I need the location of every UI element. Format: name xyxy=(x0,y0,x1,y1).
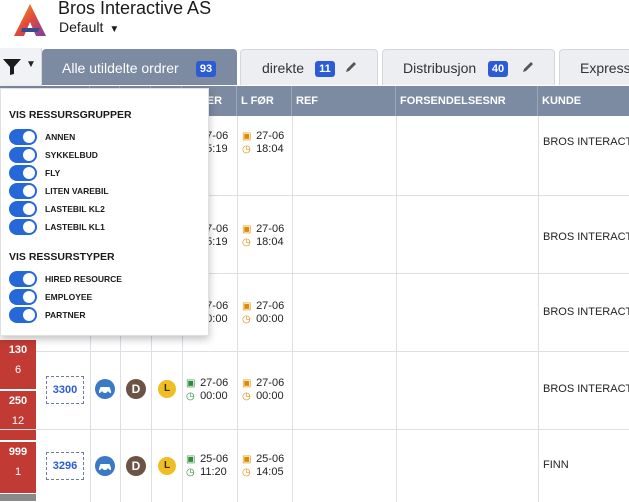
tab-distribusjon[interactable]: Distribusjon 40 xyxy=(382,49,555,85)
clock-icon: ◷ xyxy=(242,391,251,402)
order-number[interactable]: 3300 xyxy=(46,376,84,404)
calendar-icon: ▣ xyxy=(242,378,252,389)
toggle-label: PARTNER xyxy=(45,310,86,320)
calendar-icon: ▣ xyxy=(242,454,252,465)
etter-datetime: ▣ 25-06 ◷ 11:20 xyxy=(186,453,229,478)
load-badge: L xyxy=(158,380,176,398)
tab-label: direkte xyxy=(262,60,305,76)
chevron-down-icon: ▼ xyxy=(109,24,120,35)
clock-icon: ◷ xyxy=(242,314,251,325)
toggle-lastebil-kl2[interactable]: LASTEBIL KL2 xyxy=(9,201,199,217)
toggle-switch[interactable] xyxy=(9,219,37,235)
lfor-datetime: ▣ 25-06 ◷ 14:05 xyxy=(242,453,285,478)
toggle-label: EMPLOYEE xyxy=(45,292,93,302)
calendar-icon: ▣ xyxy=(186,454,196,465)
toggle-switch[interactable] xyxy=(9,201,37,217)
toggle-switch[interactable] xyxy=(9,147,37,163)
tab-count-badge: 11 xyxy=(315,61,335,77)
toggle-label: LASTEBIL KL2 xyxy=(45,204,105,214)
clock-icon: ◷ xyxy=(242,237,251,248)
tab-label: Alle utildelte ordrer xyxy=(62,60,179,76)
load-badge: L xyxy=(158,457,176,475)
tab-label: Distribusjon xyxy=(403,60,477,76)
table-row[interactable]: 3296 D L ▣ 25-06 ◷ 11:20 ▣ 25-06 ◷ 14:05… xyxy=(0,430,629,502)
clock-icon: ◷ xyxy=(186,467,195,478)
tab-label: Express xyxy=(580,60,629,76)
toggle-lastebil-kl1[interactable]: LASTEBIL KL1 xyxy=(9,219,199,235)
app-header: Bros Interactive AS Default ▼ xyxy=(0,0,629,48)
car-icon xyxy=(95,379,115,399)
customer-cell: BROS INTERACTIVE xyxy=(543,383,629,395)
toggle-switch[interactable] xyxy=(9,183,37,199)
context-label: Default xyxy=(59,19,104,35)
calendar-icon: ▣ xyxy=(186,378,196,389)
lfor-datetime: ▣ 27-06 ◷ 18:04 xyxy=(242,223,285,248)
company-logo xyxy=(14,4,46,36)
toggle-label: FLY xyxy=(45,168,61,178)
toggle-partner[interactable]: PARTNER xyxy=(9,307,199,323)
toggle-label: LASTEBIL KL1 xyxy=(45,222,105,232)
toggle-switch[interactable] xyxy=(9,307,37,323)
lfor-datetime: ▣ 27-06 ◷ 00:00 xyxy=(242,300,285,325)
clock-icon: ◷ xyxy=(242,144,251,155)
pencil-icon[interactable] xyxy=(521,60,535,74)
tab-all-unassigned[interactable]: Alle utildelte ordrer 93 xyxy=(42,49,237,85)
calendar-icon: ▣ xyxy=(242,131,252,142)
calendar-icon: ▣ xyxy=(242,224,252,235)
toggle-liten-varebil[interactable]: LITEN VAREBIL xyxy=(9,183,199,199)
etter-datetime: ▣ 27-06 ◷ 00:00 xyxy=(186,377,229,402)
pencil-icon[interactable] xyxy=(344,60,358,74)
toggle-label: ANNEN xyxy=(45,132,76,142)
chevron-down-icon: ▼ xyxy=(26,59,36,70)
lfor-datetime: ▣ 27-06 ◷ 18:04 xyxy=(242,130,285,155)
order-number[interactable]: 3296 xyxy=(46,452,84,480)
column-header-kunde[interactable]: KUNDE xyxy=(538,86,629,116)
filter-dropdown: VIS RESSURSGRUPPER ANNEN SYKKELBUD FLY L… xyxy=(0,88,209,336)
customer-cell: BROS INTERACTIVE xyxy=(543,306,629,318)
calendar-icon: ▣ xyxy=(242,301,252,312)
toggle-switch[interactable] xyxy=(9,129,37,145)
clock-icon: ◷ xyxy=(242,467,251,478)
toggle-annen[interactable]: ANNEN xyxy=(9,129,199,145)
column-header-forsendelsesnr[interactable]: FORSENDELSESNR xyxy=(396,86,538,116)
toggle-switch[interactable] xyxy=(9,165,37,181)
toggle-hired-resource[interactable]: HIRED RESOURCE xyxy=(9,271,199,287)
car-icon xyxy=(95,456,115,476)
tab-express[interactable]: Express xyxy=(559,49,629,85)
toggle-switch[interactable] xyxy=(9,289,37,305)
column-header-lfor[interactable]: L FØR xyxy=(237,86,292,116)
filter-icon xyxy=(3,59,21,75)
delivery-badge: D xyxy=(126,456,146,476)
tab-direkte[interactable]: direkte 11 xyxy=(240,49,378,85)
toggle-fly[interactable]: FLY xyxy=(9,165,199,181)
customer-cell: BROS INTERACTIVE xyxy=(543,136,629,148)
resource-types-heading: VIS RESSURSTYPER xyxy=(9,251,115,263)
toggle-label: HIRED RESOURCE xyxy=(45,274,122,284)
toggle-employee[interactable]: EMPLOYEE xyxy=(9,289,199,305)
clock-icon: ◷ xyxy=(186,391,195,402)
tab-count-badge: 93 xyxy=(196,61,216,77)
column-header-ref[interactable]: REF xyxy=(292,86,396,116)
context-selector[interactable]: Default ▼ xyxy=(59,19,119,35)
toggle-label: SYKKELBUD xyxy=(45,150,98,160)
toggle-switch[interactable] xyxy=(9,271,37,287)
customer-cell: FINN xyxy=(543,459,569,471)
tab-count-badge: 40 xyxy=(488,61,508,77)
toggle-label: LITEN VAREBIL xyxy=(45,186,109,196)
tab-bar: ▼ Alle utildelte ordrer 93 direkte 11 Di… xyxy=(0,48,629,86)
delivery-badge: D xyxy=(126,379,146,399)
lfor-datetime: ▣ 27-06 ◷ 00:00 xyxy=(242,377,285,402)
resource-groups-heading: VIS RESSURSGRUPPER xyxy=(9,109,132,121)
customer-cell: BROS INTERACTIVE xyxy=(543,231,629,243)
table-row[interactable]: 3300 D L ▣ 27-06 ◷ 00:00 ▣ 27-06 ◷ 00:00… xyxy=(0,352,629,430)
toggle-sykkelbud[interactable]: SYKKELBUD xyxy=(9,147,199,163)
company-name: Bros Interactive AS xyxy=(58,0,212,18)
filter-button[interactable]: ▼ xyxy=(0,48,42,86)
